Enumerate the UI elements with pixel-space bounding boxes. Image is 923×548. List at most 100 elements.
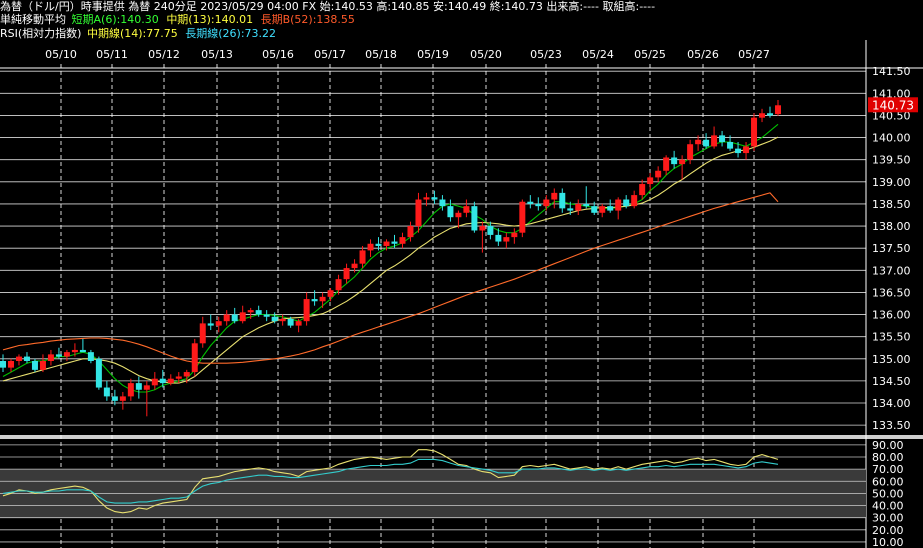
candle-body — [207, 323, 214, 326]
candle — [207, 314, 214, 331]
candle-body — [583, 203, 590, 207]
candle — [319, 292, 326, 308]
candle — [359, 245, 366, 269]
date-tick-label: 05/25 — [634, 48, 666, 61]
candle — [559, 188, 566, 213]
candle-body — [695, 139, 702, 145]
candlesticks — [0, 99, 781, 417]
candle-body — [455, 212, 462, 218]
ma-legend: 単純移動平均 短期A(6):140.30 中期(13):140.01 長期B(5… — [0, 13, 355, 26]
candle — [399, 232, 406, 249]
candle-body — [567, 208, 574, 211]
candle-body — [551, 192, 558, 200]
price-tick-label: 135.00 — [872, 353, 911, 366]
price-tick-label: 141.50 — [872, 65, 911, 78]
rsi-long-legend: 長期線(26):73.22 — [185, 27, 277, 40]
candle-body — [351, 263, 358, 269]
rsi-tick-label: 80.00 — [872, 451, 904, 464]
price-tick-label: 133.50 — [872, 419, 911, 432]
candle — [671, 150, 678, 169]
chart-info-text: 為替（ドル/円）時事提供 為替 240分足 2023/05/29 04:00 F… — [0, 0, 656, 13]
candle-body — [535, 203, 542, 207]
candle-body — [167, 378, 174, 384]
candle-body — [479, 226, 486, 231]
candle-body — [623, 199, 630, 207]
price-tick-label: 137.00 — [872, 264, 911, 277]
candle-body — [223, 314, 230, 322]
candle — [463, 199, 470, 218]
candle-body — [63, 352, 70, 357]
candle-body — [311, 299, 318, 302]
date-tick-label: 05/16 — [262, 48, 294, 61]
candle-body — [415, 199, 422, 227]
candle — [199, 316, 206, 348]
candle-body — [151, 378, 158, 386]
candle — [703, 133, 710, 149]
candle-body — [47, 354, 54, 361]
price-tick-label: 137.50 — [872, 242, 911, 255]
price-tick-label: 139.00 — [872, 176, 911, 189]
candle-body — [327, 290, 334, 297]
candle-body — [671, 157, 678, 165]
candle-body — [127, 383, 134, 397]
candle — [103, 380, 110, 401]
ma-long-legend: 長期B(52):138.55 — [260, 13, 355, 26]
fx-chart[interactable]: 141.50141.00140.50140.00139.50139.00138.… — [0, 0, 923, 548]
rsi-tick-label: 90.00 — [872, 439, 904, 452]
candle-body — [767, 113, 774, 116]
candle-body — [519, 201, 526, 233]
candle — [127, 378, 134, 401]
candle — [471, 201, 478, 233]
candle-body — [471, 206, 478, 231]
candle-body — [463, 206, 470, 213]
candle-body — [15, 356, 22, 361]
price-tick-label: 138.00 — [872, 220, 911, 233]
candle — [527, 195, 534, 209]
rsi-tick-label: 50.00 — [872, 487, 904, 500]
ma-legend-title: 単純移動平均 — [0, 13, 66, 26]
candle-body — [719, 135, 726, 142]
candle-body — [359, 250, 366, 264]
candle — [431, 190, 438, 204]
price-tick-label: 136.00 — [872, 309, 911, 322]
date-tick-label: 05/11 — [96, 48, 128, 61]
candle-body — [511, 232, 518, 238]
ma-line — [2, 136, 779, 384]
candle-body — [79, 349, 86, 353]
rsi-tick-label: 20.00 — [872, 524, 904, 537]
candle-body — [543, 199, 550, 207]
candle — [551, 188, 558, 209]
date-tick-label: 05/24 — [582, 48, 614, 61]
candle — [239, 305, 246, 324]
rsi-legend: RSI(相対力指数) 中期線(14):77.75 長期線(26):73.22 — [0, 27, 276, 40]
price-tick-label: 136.50 — [872, 286, 911, 299]
candle-body — [391, 241, 398, 244]
candle-body — [119, 396, 126, 401]
candle-body — [239, 312, 246, 322]
candle-body — [159, 378, 166, 384]
date-tick-label: 05/19 — [417, 48, 449, 61]
candle-body — [215, 321, 222, 326]
candle — [711, 126, 718, 149]
candle-body — [407, 226, 414, 238]
candle — [447, 199, 454, 222]
candle-body — [639, 184, 646, 196]
candle-body — [135, 383, 142, 390]
candle — [79, 338, 86, 353]
candle-body — [287, 318, 294, 326]
current-price-tag: 140.73 — [868, 97, 918, 113]
candle-body — [335, 279, 342, 291]
rsi-tick-label: 40.00 — [872, 500, 904, 513]
candle-body — [367, 243, 374, 251]
date-tick-label: 05/17 — [314, 48, 346, 61]
candle — [511, 228, 518, 244]
candle-body — [599, 206, 606, 213]
candle — [0, 354, 6, 373]
candle — [119, 391, 126, 410]
price-tick-label: 138.50 — [872, 198, 911, 211]
candle — [303, 292, 310, 326]
ma-mid-legend: 中期(13):140.01 — [166, 13, 254, 26]
rsi-tick-label: 70.00 — [872, 463, 904, 476]
candle-body — [279, 318, 286, 322]
candle — [655, 166, 662, 182]
